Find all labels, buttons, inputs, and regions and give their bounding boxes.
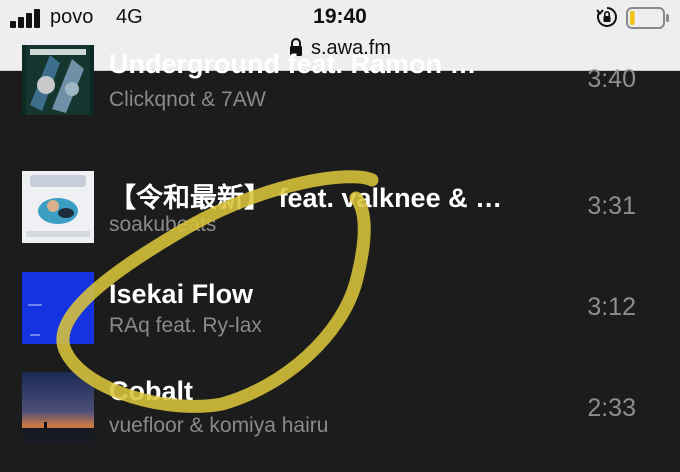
album-cover[interactable] <box>22 45 94 115</box>
screen: povo 4G 19:40 s.awa.fm Underground feat.… <box>0 0 680 472</box>
track-row[interactable]: Underground feat. Ramon … Clickqnot & 7A… <box>0 45 680 147</box>
track-artist[interactable]: RAq feat. Ry-lax <box>109 314 569 338</box>
orientation-lock-icon <box>596 7 617 27</box>
track-title: Underground feat. Ramon … <box>109 49 477 79</box>
album-cover[interactable] <box>22 272 94 344</box>
track-duration: 3:12 <box>587 293 636 321</box>
track-duration: 2:33 <box>587 394 636 422</box>
status-time: 19:40 <box>313 5 367 28</box>
album-cover[interactable] <box>22 372 94 444</box>
track-title: 【令和最新】 feat. valknee & … <box>109 183 503 213</box>
track-row[interactable]: 【令和最新】 feat. valknee & … soakubeats 3:31 <box>0 159 680 261</box>
track-row[interactable]: Cobalt vuefloor & komiya hairu 2:33 <box>0 368 680 470</box>
track-duration: 3:31 <box>587 192 636 220</box>
album-cover[interactable] <box>22 171 94 243</box>
battery-icon <box>626 7 669 29</box>
track-duration: 3:40 <box>587 65 636 93</box>
track-artist[interactable]: Clickqnot & 7AW <box>109 88 569 112</box>
track-title: Isekai Flow <box>109 279 254 309</box>
track-list: Underground feat. Ramon … Clickqnot & 7A… <box>0 45 680 472</box>
track-artist[interactable]: soakubeats <box>109 213 569 237</box>
track-title: Cobalt <box>109 376 193 406</box>
track-row[interactable]: Isekai Flow RAq feat. Ry-lax 3:12 <box>0 267 680 369</box>
track-artist[interactable]: vuefloor & komiya hairu <box>109 414 569 438</box>
